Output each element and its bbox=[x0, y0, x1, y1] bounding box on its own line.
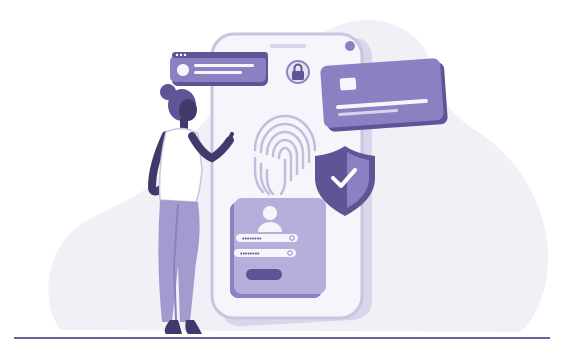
credit-card-icon bbox=[320, 58, 448, 132]
username-mask: •••••••• bbox=[242, 236, 262, 243]
phone-camera bbox=[345, 41, 355, 51]
login-button[interactable] bbox=[246, 269, 282, 280]
login-panel: •••••••• •••••••• bbox=[230, 198, 326, 298]
password-mask: •••••••• bbox=[240, 251, 260, 258]
username-field[interactable]: •••••••• bbox=[236, 234, 298, 243]
notification-card bbox=[170, 52, 268, 86]
illustration-svg: •••••••• •••••••• bbox=[48, 19, 549, 334]
ground-line bbox=[14, 337, 550, 339]
password-field[interactable]: •••••••• bbox=[234, 249, 296, 258]
security-illustration: •••••••• •••••••• bbox=[0, 0, 564, 344]
avatar bbox=[177, 64, 189, 76]
lock-icon bbox=[286, 60, 310, 84]
phone-speaker bbox=[270, 44, 306, 48]
